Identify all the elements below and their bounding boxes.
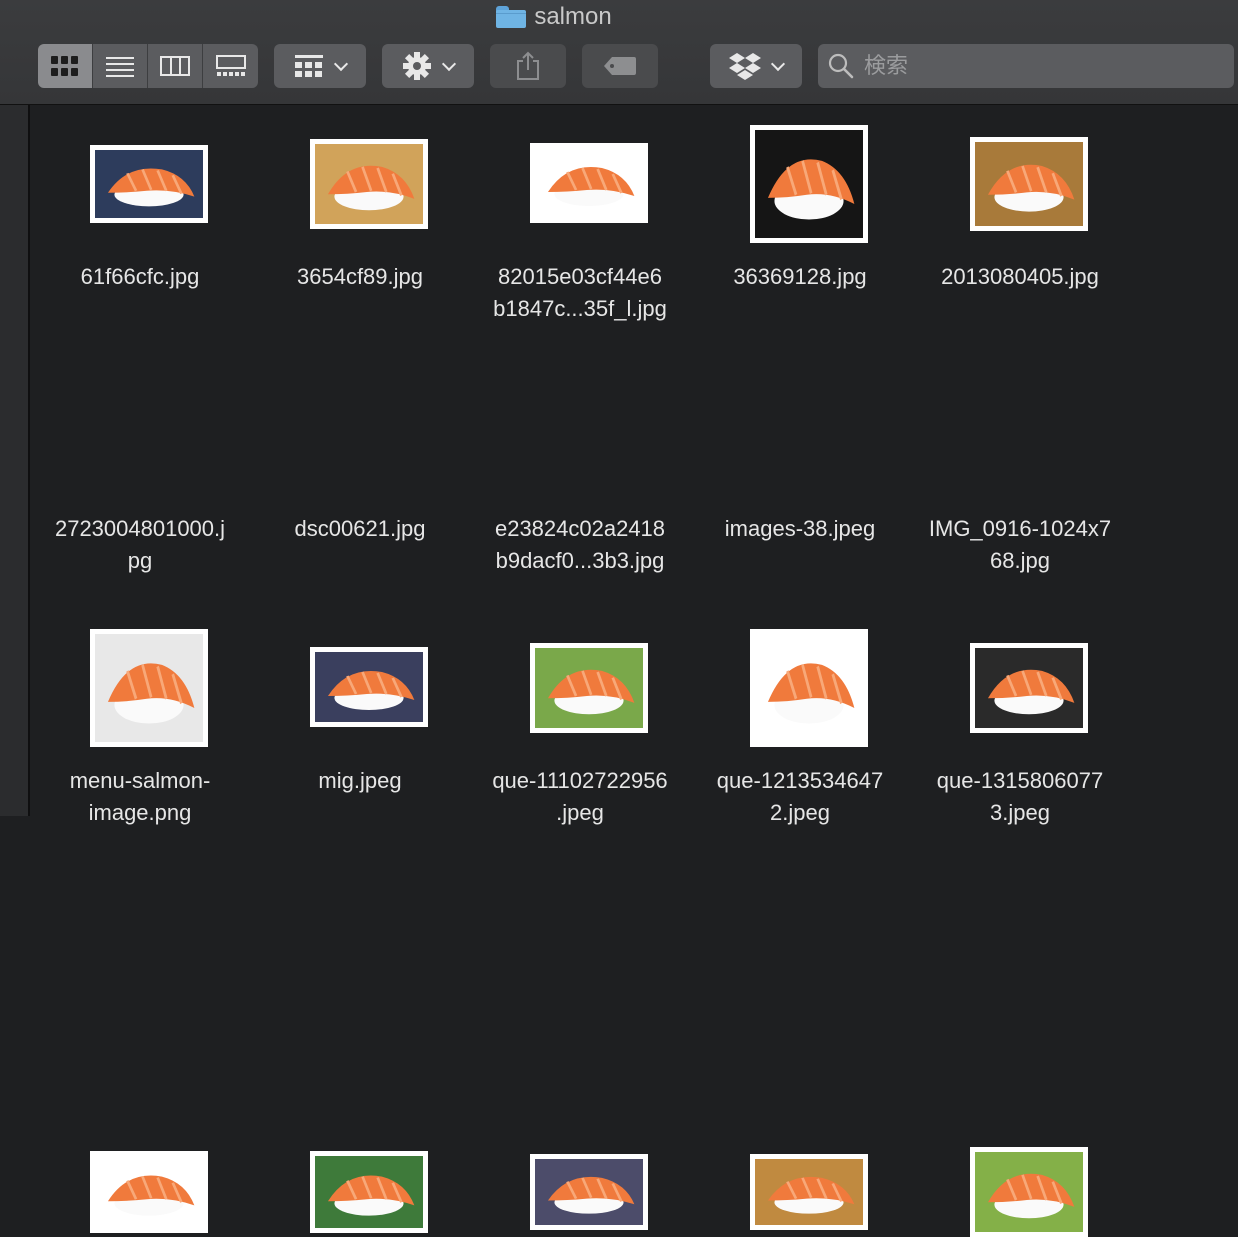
thumbnail-image bbox=[755, 130, 863, 238]
file-item[interactable]: 61f66cfc.jpg bbox=[30, 105, 250, 357]
file-name: que-1315806077 3.jpeg bbox=[936, 768, 1104, 825]
thumbnail-image bbox=[95, 1156, 203, 1228]
file-name: images-38.jpeg bbox=[724, 516, 876, 541]
file-name: IMG_0916-1024x7 68.jpg bbox=[928, 516, 1112, 573]
tag-icon bbox=[604, 57, 636, 75]
file-item[interactable]: menu-salmon- image.png bbox=[30, 609, 250, 1233]
icon-view-button[interactable] bbox=[38, 44, 93, 88]
action-menu-button[interactable] bbox=[382, 44, 474, 88]
thumbnail-image bbox=[315, 1156, 423, 1228]
file-thumbnail[interactable] bbox=[530, 143, 648, 223]
chevron-down-icon bbox=[333, 56, 349, 71]
file-name: 3654cf89.jpg bbox=[297, 264, 423, 289]
file-thumbnail[interactable] bbox=[310, 139, 428, 229]
file-thumbnail[interactable] bbox=[750, 1154, 868, 1230]
file-name: e23824c02a2418 b9dacf0...3b3.jpg bbox=[494, 516, 666, 573]
list-view-icon bbox=[106, 57, 134, 77]
sidebar-edge bbox=[0, 105, 30, 816]
icon-view-icon bbox=[51, 56, 78, 76]
file-item[interactable]: dsc00621.jpg bbox=[250, 357, 470, 727]
gallery-view-icon bbox=[215, 55, 246, 76]
file-name: que-11102722956 .jpeg bbox=[492, 768, 668, 825]
file-item[interactable]: IMG_0916-1024x7 68.jpg bbox=[910, 357, 1130, 733]
file-name: que-1213534647 2.jpeg bbox=[716, 768, 884, 825]
file-item[interactable]: 2723004801000.j pg bbox=[30, 357, 250, 747]
file-thumbnail[interactable] bbox=[310, 1151, 428, 1233]
search-input[interactable] bbox=[862, 52, 1226, 80]
file-name: 2013080405.jpg bbox=[941, 264, 1099, 289]
window-title-text: salmon bbox=[534, 3, 612, 30]
group-icon bbox=[295, 55, 323, 77]
file-thumbnail[interactable] bbox=[90, 1151, 208, 1233]
gear-icon bbox=[403, 52, 431, 80]
dropbox-icon bbox=[729, 53, 761, 80]
search-field[interactable] bbox=[818, 44, 1234, 88]
file-item[interactable]: 36369128.jpg bbox=[690, 105, 910, 357]
file-thumbnail[interactable] bbox=[750, 125, 868, 243]
gallery-view-button[interactable] bbox=[203, 44, 258, 88]
file-grid: 61f66cfc.jpg 3654cf89.jpg 82015e03cf44e6 b… bbox=[30, 105, 1238, 1237]
chevron-down-icon bbox=[770, 56, 786, 71]
file-name: 61f66cfc.jpg bbox=[80, 264, 200, 289]
file-item[interactable]: que-1315806077 3.jpeg bbox=[910, 609, 1130, 1237]
search-icon bbox=[828, 53, 854, 79]
file-item[interactable]: que-1213534647 2.jpeg bbox=[690, 609, 910, 1230]
list-view-button[interactable] bbox=[93, 44, 148, 88]
file-thumbnail[interactable] bbox=[970, 1147, 1088, 1237]
view-mode-segmented-control bbox=[38, 44, 258, 88]
file-name: dsc00621.jpg bbox=[294, 516, 426, 541]
file-name: 2723004801000.j pg bbox=[54, 516, 226, 573]
window-title: salmon bbox=[0, 0, 1238, 34]
share-icon bbox=[517, 51, 539, 80]
thumbnail-image bbox=[535, 1159, 643, 1225]
file-thumbnail[interactable] bbox=[90, 145, 208, 223]
file-name: 82015e03cf44e6 b1847c...35f_l.jpg bbox=[493, 264, 667, 321]
file-item[interactable]: que-11102722956 .jpeg bbox=[470, 609, 690, 1230]
file-name: 36369128.jpg bbox=[733, 264, 867, 289]
tag-button[interactable] bbox=[582, 44, 658, 88]
group-by-button[interactable] bbox=[274, 44, 366, 88]
file-item[interactable]: 2013080405.jpg bbox=[910, 105, 1130, 357]
file-item[interactable]: e23824c02a2418 b9dacf0...3b3.jpg bbox=[470, 357, 690, 733]
file-item[interactable]: 3654cf89.jpg bbox=[250, 105, 470, 357]
thumbnail-image bbox=[975, 142, 1083, 226]
share-button[interactable] bbox=[490, 44, 566, 88]
column-view-button[interactable] bbox=[148, 44, 203, 88]
folder-icon bbox=[496, 6, 527, 28]
toolbar: salmon bbox=[0, 0, 1238, 105]
file-item[interactable]: images-38.jpeg bbox=[690, 357, 910, 747]
thumbnail-image bbox=[975, 1152, 1083, 1232]
column-view-icon bbox=[160, 56, 190, 76]
chevron-down-icon bbox=[441, 56, 457, 71]
file-name: mig.jpeg bbox=[318, 768, 402, 793]
thumbnail-image bbox=[95, 150, 203, 218]
dropbox-button[interactable] bbox=[710, 44, 802, 88]
file-item[interactable]: 82015e03cf44e6 b1847c...35f_l.jpg bbox=[470, 105, 690, 357]
file-name: menu-salmon- image.png bbox=[69, 768, 211, 825]
thumbnail-image bbox=[755, 1159, 863, 1225]
file-thumbnail[interactable] bbox=[970, 137, 1088, 231]
thumbnail-image bbox=[535, 148, 643, 218]
file-item[interactable]: mig.jpeg bbox=[250, 609, 470, 1233]
thumbnail-image bbox=[315, 144, 423, 224]
file-thumbnail[interactable] bbox=[530, 1154, 648, 1230]
